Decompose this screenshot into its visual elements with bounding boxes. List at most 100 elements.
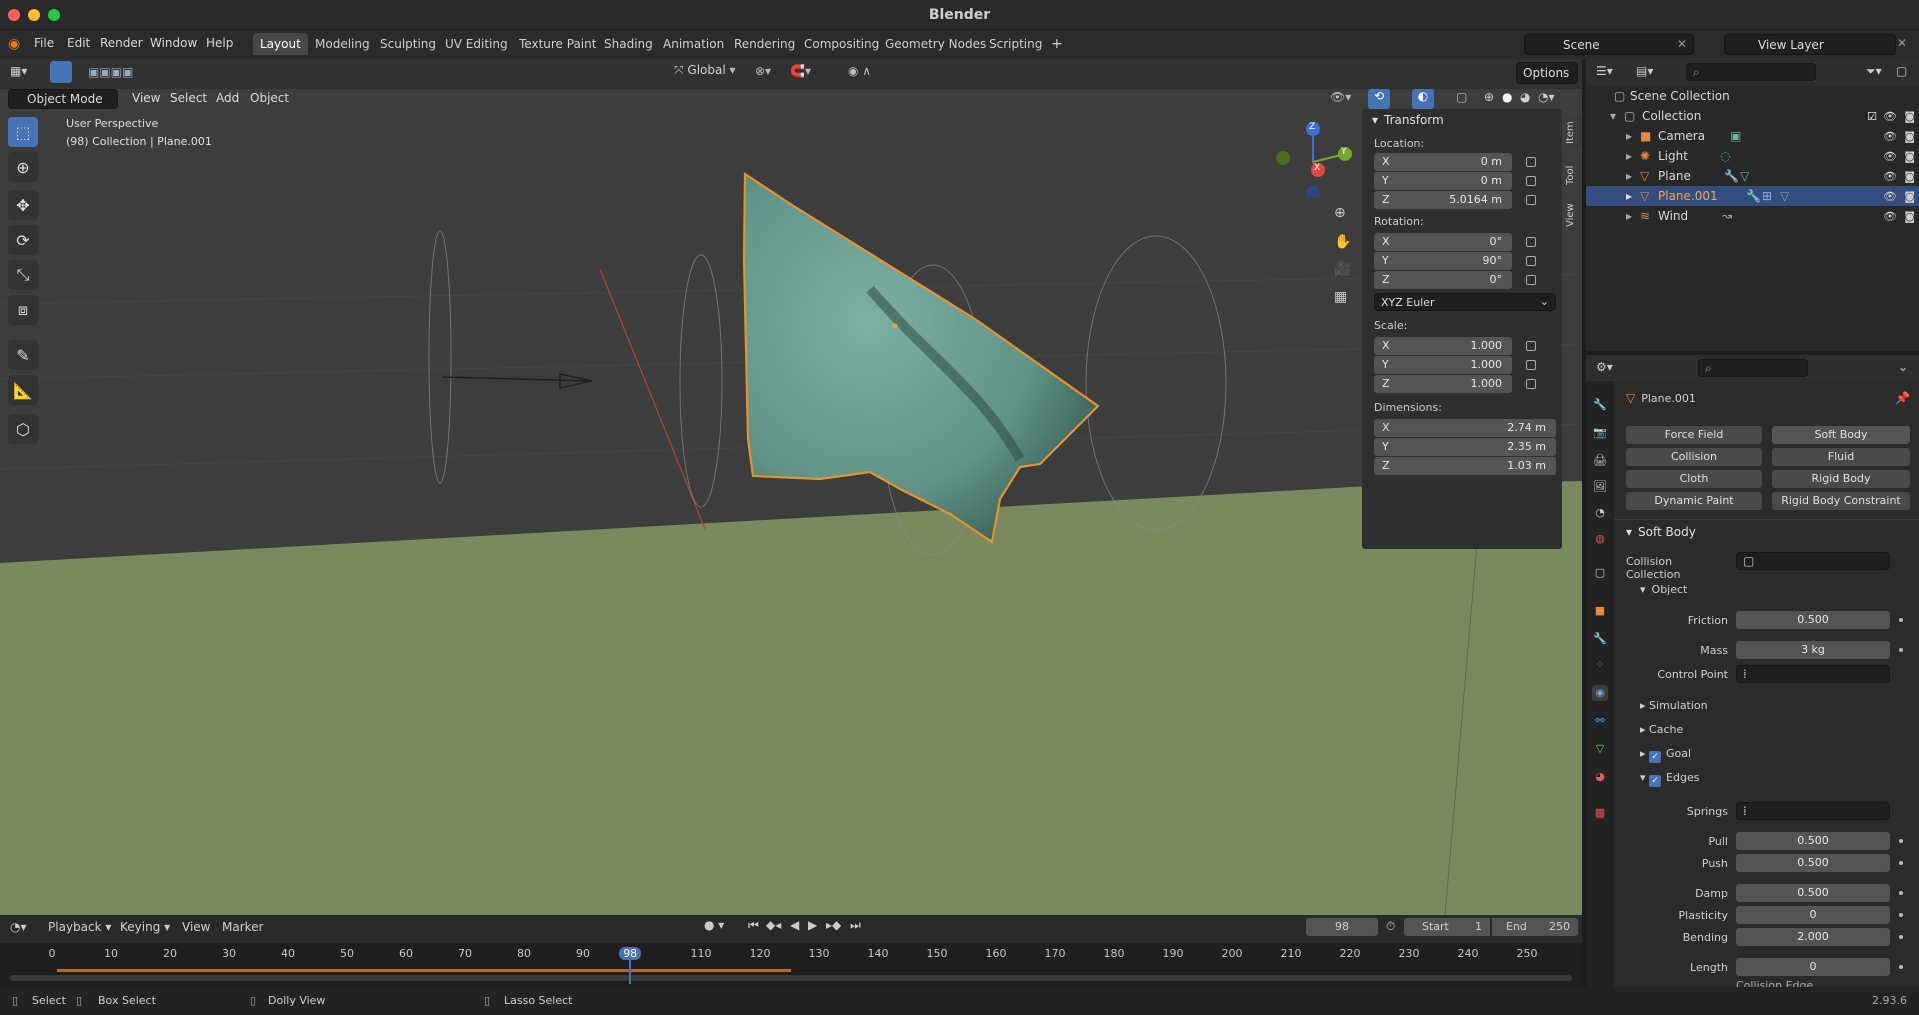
keyframe-dot-icon[interactable] [1899,935,1903,939]
location-x-field[interactable]: X 0 m [1374,153,1512,171]
goal-subpanel[interactable]: ▸ ✓ Goal [1640,747,1691,763]
start-frame-field[interactable]: Start 1 [1404,918,1490,936]
editor-type-icon[interactable]: ⚙▾ [1596,360,1613,374]
chevron-down-icon[interactable]: ▾ [1610,109,1616,123]
xray-icon[interactable]: ▢ [1456,90,1467,104]
editor-type-icon[interactable]: ◔▾ [10,920,27,934]
transform-orientation-dropdown[interactable]: ⤧ Global ▾ [668,63,742,83]
current-frame-field[interactable]: 98 [1306,918,1378,936]
next-keyframe-icon[interactable]: ▸◆ [826,918,841,932]
object-tab-icon[interactable]: ■ [1592,603,1608,619]
camera-restrict-icon[interactable]: ◙ [1904,210,1915,223]
lock-icon[interactable] [1526,157,1536,167]
modifier-tab-icon[interactable]: 🔧 [1592,631,1608,647]
outliner-item-wind[interactable]: ▸ ≋ Wind ↝ 👁 ◙ [1586,206,1919,226]
tab-compositing[interactable]: Compositing [797,33,886,55]
lock-icon[interactable] [1526,237,1536,247]
zoom-icon[interactable]: ⊕ [1334,205,1346,221]
select-tool-button[interactable]: ⬚ [8,117,38,147]
chevron-right-icon[interactable]: ▸ [1626,169,1632,183]
transform-panel-header[interactable]: ▾ Transform [1372,113,1444,127]
visibility-icon[interactable]: 👁▾ [1330,90,1351,104]
properties-search-input[interactable]: ⌕ [1698,359,1808,377]
dimensions-x-field[interactable]: X 2.74 m [1374,419,1556,437]
mode-dropdown[interactable]: Object Mode [8,89,118,109]
keyframe-dot-icon[interactable] [1899,891,1903,895]
lock-icon[interactable] [1526,275,1536,285]
tab-uv-editing[interactable]: UV Editing [438,33,515,55]
view-layer-selector[interactable]: View Layer [1724,34,1896,55]
output-tab-icon[interactable]: 🖨 [1592,453,1608,469]
scale-tool-button[interactable]: ⤡ [8,260,38,290]
tab-shading[interactable]: Shading [597,33,660,55]
soft-body-panel-header[interactable]: ▾ Soft Body [1626,525,1696,539]
cache-subpanel[interactable]: ▸ Cache [1640,723,1683,736]
tab-texture-paint[interactable]: Texture Paint [512,33,603,55]
tool-tab-icon[interactable]: 🔧 [1592,397,1608,413]
tab-item[interactable]: Item [1565,117,1581,149]
control-point-field[interactable]: ⁞ [1736,665,1890,683]
fluid-button[interactable]: Fluid [1772,448,1910,466]
goal-checkbox[interactable]: ✓ [1649,751,1662,763]
bending-field[interactable]: 2.000 [1736,928,1890,946]
menu-window[interactable]: Window [150,36,197,50]
perspective-grid-icon[interactable]: ▦ [1334,289,1347,305]
viewport-menu-object[interactable]: Object [250,91,289,105]
chevron-right-icon[interactable]: ▸ [1626,149,1632,163]
damp-field[interactable]: 0.500 [1736,884,1890,902]
eye-icon[interactable]: 👁 [1883,170,1897,183]
keyframe-dot-icon[interactable] [1899,839,1903,843]
cloth-button[interactable]: Cloth [1626,470,1762,488]
force-field-button[interactable]: Force Field [1626,426,1762,444]
chevron-right-icon[interactable]: ▸ [1626,209,1632,223]
menu-edit[interactable]: Edit [67,36,90,50]
scale-z-field[interactable]: Z 1.000 [1374,375,1512,393]
viewport-menu-add[interactable]: Add [216,91,239,105]
view-layer-tab-icon[interactable]: 🖼 [1592,479,1608,495]
close-icon[interactable]: ✕ [1897,36,1907,50]
playback-menu[interactable]: Playback ▾ [48,920,111,934]
annotate-tool-button[interactable]: ✎ [8,340,38,370]
snap-icon[interactable]: 🧲▾ [790,64,811,78]
render-tab-icon[interactable]: 📷 [1592,425,1608,441]
camera-view-icon[interactable]: 🎥 [1334,261,1351,277]
material-tab-icon[interactable]: ◕ [1592,769,1608,785]
select-box-modes[interactable]: ▣▣▣▣ [88,65,133,79]
measure-tool-button[interactable]: 📐 [8,375,38,405]
soft-body-button[interactable]: Soft Body [1772,426,1910,444]
tab-sculpting[interactable]: Sculpting [373,33,443,55]
outliner-collection[interactable]: ▾ ▢ Collection ☑ 👁 ◙ [1586,106,1919,126]
length-field[interactable]: 0 [1736,958,1890,976]
friction-field[interactable]: 0.500 [1736,611,1890,629]
blender-logo-icon[interactable]: ◉ [8,36,20,52]
jump-start-icon[interactable]: ⏮ [748,918,759,933]
jump-end-icon[interactable]: ⏭ [850,918,861,933]
timeline-scrollbar[interactable] [10,975,1572,981]
viewport-menu-select[interactable]: Select [170,91,207,105]
outliner-item-plane-001[interactable]: ▸ ▽ Plane.001 🔧 ⊞ ▽ 👁 ◙ [1586,186,1919,206]
pin-icon[interactable]: 📌 [1895,391,1910,405]
camera-restrict-icon[interactable]: ◙ [1904,170,1915,183]
location-y-field[interactable]: Y 0 m [1374,172,1512,190]
move-tool-button[interactable]: ✥ [8,190,38,220]
lock-icon[interactable] [1526,195,1536,205]
pull-field[interactable]: 0.500 [1736,832,1890,850]
overlay-toggle-icon[interactable]: ◐ [1412,89,1434,109]
menu-help[interactable]: Help [206,36,233,50]
data-tab-icon[interactable]: ▽ [1592,741,1608,757]
particles-tab-icon[interactable]: ⁘ [1592,657,1608,673]
keyframe-dot-icon[interactable] [1899,913,1903,917]
collection-tab-icon[interactable]: ▢ [1592,565,1608,581]
pivot-icon[interactable]: ⊗▾ [755,64,771,78]
keyframe-dot-icon[interactable] [1899,861,1903,865]
end-frame-field[interactable]: End 250 [1492,918,1578,936]
eye-icon[interactable]: 👁 [1883,210,1897,223]
eye-icon[interactable]: 👁 [1883,190,1897,203]
tab-scripting[interactable]: Scripting [982,33,1049,55]
object-subpanel-header[interactable]: ▾ Object [1640,583,1687,596]
display-mode-icon[interactable]: ▤▾ [1636,64,1653,78]
scene-tab-icon[interactable]: ◔ [1592,505,1608,521]
mass-field[interactable]: 3 kg [1736,641,1890,659]
simulation-subpanel[interactable]: ▸ Simulation [1640,699,1708,712]
menu-render[interactable]: Render [100,36,143,50]
